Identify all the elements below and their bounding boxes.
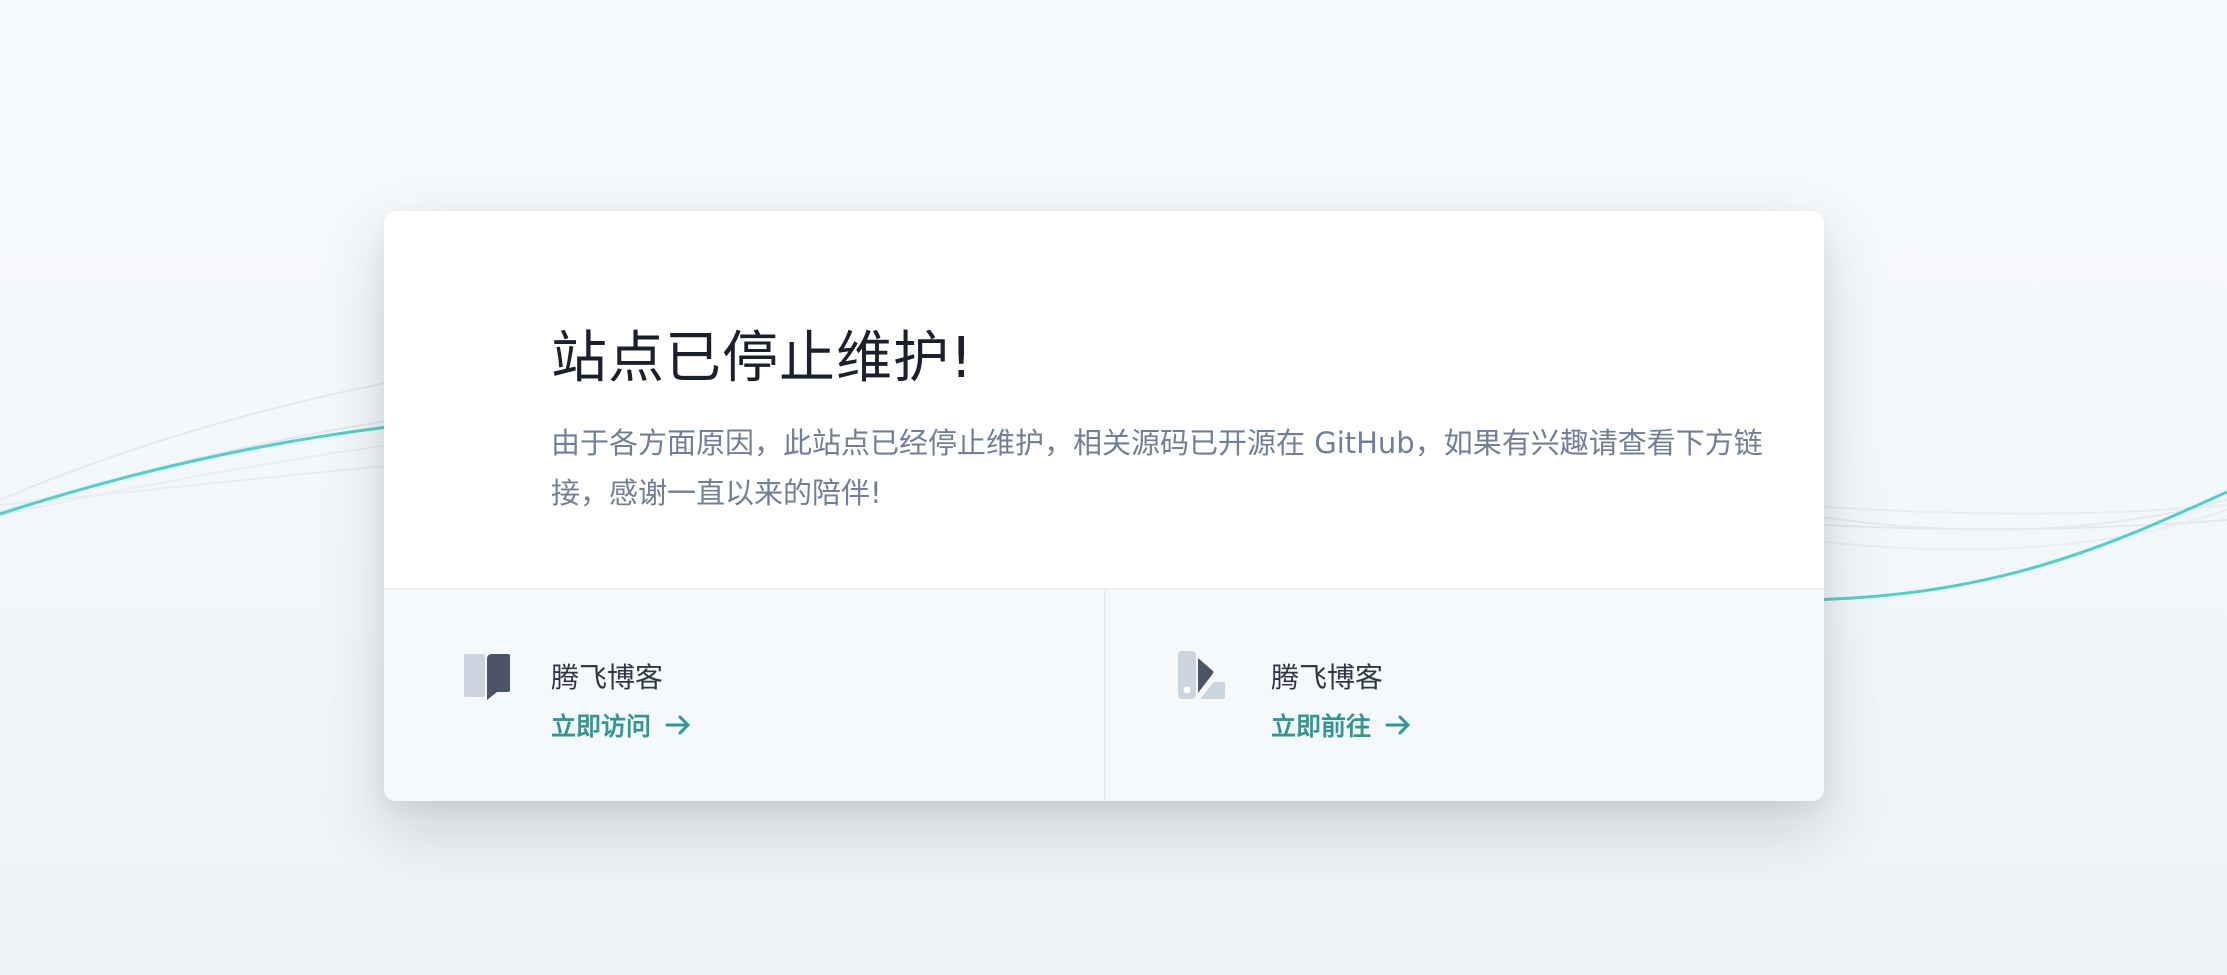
- notice-title: 站点已停止维护!: [551, 326, 974, 391]
- book-icon: [464, 654, 510, 700]
- go-now-label: 立即前往: [1271, 712, 1372, 741]
- visit-now-link[interactable]: 立即访问: [551, 707, 691, 743]
- swatch-icon: [1178, 651, 1225, 699]
- link-title: 腾飞博客: [551, 661, 664, 694]
- visit-now-label: 立即访问: [551, 712, 652, 741]
- arrow-right-icon: [665, 715, 690, 735]
- link-panel-blog-visit: 腾飞博客 立即访问: [384, 590, 1102, 801]
- notice-description: 由于各方面原因，此站点已经停止维护，相关源码已开源在 GitHub，如果有兴趣请…: [551, 426, 1763, 510]
- arrow-right-icon: [1385, 715, 1410, 735]
- maintenance-notice-card: 站点已停止维护! 由于各方面原因，此站点已经停止维护，相关源码已开源在 GitH…: [384, 211, 1824, 801]
- go-now-link[interactable]: 立即前往: [1271, 707, 1411, 743]
- link-title: 腾飞博客: [1271, 661, 1384, 694]
- notice-header: 站点已停止维护! 由于各方面原因，此站点已经停止维护，相关源码已开源在 GitH…: [384, 211, 1824, 588]
- link-panel-blog-goto: 腾飞博客 立即前往: [1104, 590, 1824, 801]
- link-panels: 腾飞博客 立即访问 腾飞博客 立即前往: [384, 588, 1824, 801]
